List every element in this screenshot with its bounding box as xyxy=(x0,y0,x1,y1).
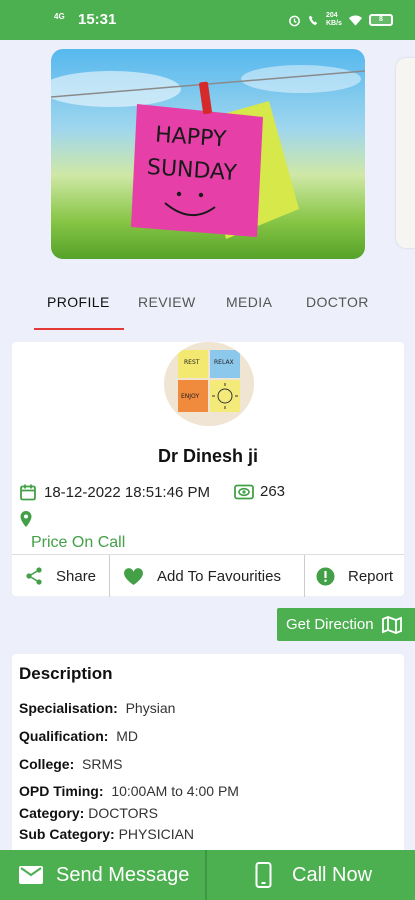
status-icons: 204 KB/s 8 xyxy=(288,12,393,28)
opd-timing-value: 10:00AM to 4:00 PM xyxy=(111,783,239,799)
college-value: SRMS xyxy=(82,756,123,772)
qualification-value: MD xyxy=(116,728,139,744)
specialisation-value: Physian xyxy=(125,700,176,716)
alert-icon xyxy=(316,567,335,585)
tab-doctor[interactable]: DOCTOR xyxy=(306,294,369,310)
battery-level: 8 xyxy=(379,16,383,23)
battery-icon: 8 xyxy=(369,14,393,26)
next-banner-preview[interactable] xyxy=(396,58,415,248)
college-row: College: SRMS xyxy=(19,756,122,772)
avatar-note-enjoy: ENJOY xyxy=(181,393,199,400)
network-indicator: 4G xyxy=(54,12,65,21)
share-icon xyxy=(26,567,42,585)
views-value: 263 xyxy=(260,483,286,500)
opd-timing-label: OPD Timing: xyxy=(19,783,104,799)
heart-icon xyxy=(123,567,144,585)
qualification-label: Qualification: xyxy=(19,728,109,744)
call-now-button[interactable]: Call Now xyxy=(207,850,415,900)
banner-image[interactable]: HAPPY SUNDAY xyxy=(51,49,365,259)
avatar: REST RELAX ENJOY xyxy=(164,342,254,426)
active-tab-indicator xyxy=(34,328,124,330)
tab-profile[interactable]: PROFILE xyxy=(47,294,110,310)
view-count: 263 xyxy=(234,483,285,500)
status-time: 15:31 xyxy=(78,11,117,28)
tab-media[interactable]: MEDIA xyxy=(226,294,272,310)
share-label: Share xyxy=(56,567,97,585)
add-to-favourites-button[interactable]: Add To Favourities xyxy=(110,555,305,597)
qualification-row: Qualification: MD xyxy=(19,728,138,744)
college-label: College: xyxy=(19,756,75,772)
avatar-note-relax: RELAX xyxy=(214,359,234,366)
call-now-label: Call Now xyxy=(292,863,373,886)
avatar-image: REST RELAX ENJOY xyxy=(164,342,254,426)
profile-card: REST RELAX ENJOY Dr Dinesh ji 18-12-2022… xyxy=(12,342,404,597)
banner-text-happy: HAPPY xyxy=(154,123,227,153)
report-label: Report xyxy=(348,567,394,585)
bottom-action-bar: Send Message Call Now xyxy=(0,850,415,900)
phone-icon xyxy=(255,862,272,888)
price-text: Price On Call xyxy=(31,534,126,551)
category-label: Category: xyxy=(19,805,85,821)
location-pin-icon[interactable] xyxy=(19,510,33,528)
profile-tabs: PROFILE REVIEW MEDIA DOCTOR xyxy=(0,286,415,332)
category-value: DOCTORS xyxy=(88,805,158,821)
get-direction-button[interactable]: Get Direction xyxy=(277,608,415,641)
data-speed: 204 KB/s xyxy=(326,12,342,27)
send-message-label: Send Message xyxy=(56,863,190,886)
description-title: Description xyxy=(19,664,113,683)
envelope-icon xyxy=(19,866,43,884)
sub-category-value: PHYSICIAN xyxy=(118,826,195,842)
send-message-button[interactable]: Send Message xyxy=(0,850,207,900)
get-direction-label: Get Direction xyxy=(286,616,374,633)
sub-category-row: Sub Category: PHYSICIAN xyxy=(19,826,194,842)
specialisation-row: Specialisation: Physian xyxy=(19,700,175,716)
description-card: Description Specialisation: Physian Qual… xyxy=(12,654,404,854)
volte-call-icon xyxy=(309,15,318,25)
specialisation-label: Specialisation: xyxy=(19,700,118,716)
listing-date: 18-12-2022 18:51:46 PM xyxy=(19,483,210,501)
report-button[interactable]: Report xyxy=(305,555,404,597)
eye-icon xyxy=(234,484,254,499)
avatar-note-rest: REST xyxy=(184,359,200,366)
map-icon xyxy=(381,615,402,634)
wifi-icon xyxy=(348,14,363,26)
action-bar: Share Add To Favourities Report xyxy=(12,554,404,597)
alarm-icon xyxy=(289,15,300,26)
happy-sunday-illustration: HAPPY SUNDAY xyxy=(51,65,365,239)
doctor-name: Dr Dinesh ji xyxy=(157,446,259,466)
calendar-icon xyxy=(20,484,36,501)
sub-category-label: Sub Category: xyxy=(19,826,115,842)
share-button[interactable]: Share xyxy=(12,555,110,597)
favourite-label: Add To Favourities xyxy=(157,567,281,585)
tab-review[interactable]: REVIEW xyxy=(138,294,196,310)
category-row: Category: DOCTORS xyxy=(19,805,158,821)
status-bar: 4G 15:31 204 KB/s 8 xyxy=(0,0,415,40)
listing-datetime: 18-12-2022 18:51:46 PM xyxy=(44,483,210,501)
opd-timing-row: OPD Timing: 10:00AM to 4:00 PM xyxy=(19,783,239,799)
